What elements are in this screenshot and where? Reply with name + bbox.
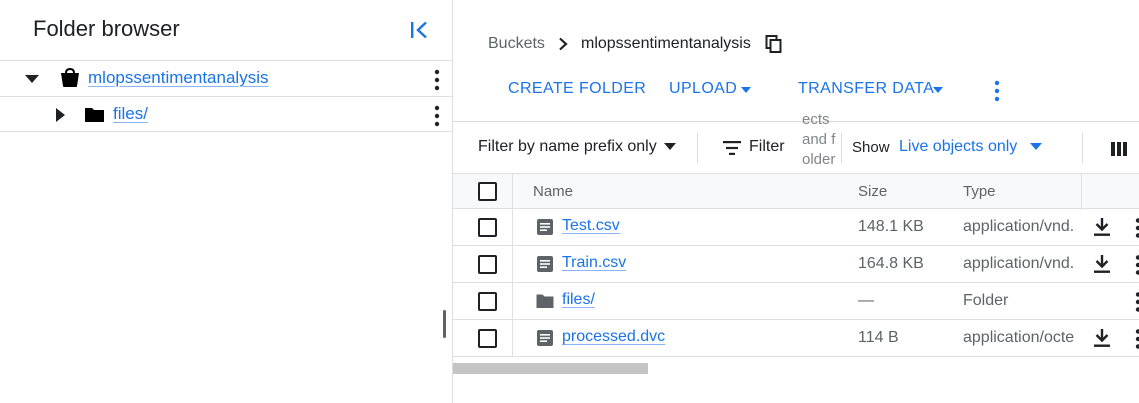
create-folder-button[interactable]: CREATE FOLDER xyxy=(508,80,646,98)
copy-icon[interactable] xyxy=(765,35,783,53)
document-icon xyxy=(536,218,554,236)
transfer-data-button[interactable]: TRANSFER DATA xyxy=(798,80,934,98)
download-icon[interactable] xyxy=(1093,217,1111,237)
object-type: Folder xyxy=(963,292,1009,309)
row-checkbox[interactable] xyxy=(478,218,497,237)
show-label: Show xyxy=(852,139,890,156)
download-icon[interactable] xyxy=(1093,254,1111,274)
divider xyxy=(697,133,698,163)
divider xyxy=(1081,174,1082,210)
folder-icon xyxy=(536,292,554,310)
action-toolbar: CREATE FOLDER UPLOAD TRANSFER DATA xyxy=(453,70,1139,110)
chevron-right-icon xyxy=(556,37,570,51)
view-columns-icon[interactable] xyxy=(1111,141,1127,157)
table-row[interactable]: Test.csv 148.1 KB application/vnd. xyxy=(453,209,1139,246)
column-header-type[interactable]: Type xyxy=(963,183,996,200)
table-row[interactable]: processed.dvc 114 B application/octe xyxy=(453,320,1139,357)
download-icon[interactable] xyxy=(1093,328,1111,348)
object-type: application/octe xyxy=(963,329,1075,346)
caret-right-icon[interactable] xyxy=(53,107,69,123)
folder-icon xyxy=(84,104,106,126)
more-vert-icon[interactable] xyxy=(1134,291,1139,313)
breadcrumb-current-bucket: mlopssentimentanalysis xyxy=(581,35,751,52)
column-header-name[interactable]: Name xyxy=(533,183,573,200)
object-size: 148.1 KB xyxy=(858,218,924,235)
more-vert-icon[interactable] xyxy=(1134,217,1139,239)
caret-down-icon[interactable] xyxy=(933,87,943,93)
tree-item-label[interactable]: mlopssentimentanalysis xyxy=(88,68,268,88)
tree-item-files-folder[interactable]: files/ xyxy=(0,96,452,132)
bucket-icon xyxy=(59,67,81,89)
tree-item-label[interactable]: files/ xyxy=(113,104,148,124)
object-type: application/vnd. xyxy=(963,218,1075,235)
object-size: 114 B xyxy=(858,329,899,346)
live-objects-dropdown[interactable]: Live objects only xyxy=(899,138,1017,156)
table-row[interactable]: Train.csv 164.8 KB application/vnd. xyxy=(453,246,1139,283)
panel-resize-handle[interactable] xyxy=(443,310,446,338)
filter-bar: Filter by name prefix only Filter ects a… xyxy=(453,111,1139,188)
folder-browser-panel: Folder browser mlopssentimentanalysis fi… xyxy=(0,0,453,403)
object-type: application/vnd. xyxy=(963,255,1075,272)
row-checkbox[interactable] xyxy=(478,255,497,274)
more-vert-icon[interactable] xyxy=(993,79,1001,103)
divider xyxy=(1082,133,1083,163)
more-vert-icon[interactable] xyxy=(433,68,441,92)
upload-button[interactable]: UPLOAD xyxy=(669,80,737,98)
table-row[interactable]: files/ — Folder xyxy=(453,283,1139,320)
divider xyxy=(841,133,842,163)
row-checkbox[interactable] xyxy=(478,292,497,311)
object-name-link[interactable]: processed.dvc xyxy=(562,328,665,346)
table-header-row: Name Size Type xyxy=(453,173,1139,210)
select-all-checkbox[interactable] xyxy=(478,182,497,201)
document-icon xyxy=(536,329,554,347)
collapse-panel-button[interactable] xyxy=(406,17,432,43)
object-name-link[interactable]: files/ xyxy=(562,291,595,309)
filter-button[interactable]: Filter xyxy=(749,138,785,156)
object-size: 164.8 KB xyxy=(858,255,924,272)
object-size: — xyxy=(858,292,874,309)
tree-item-bucket[interactable]: mlopssentimentanalysis xyxy=(0,60,452,96)
document-icon xyxy=(536,255,554,273)
caret-down-icon[interactable] xyxy=(664,143,676,150)
folder-browser-title: Folder browser xyxy=(33,16,180,41)
collapse-left-icon xyxy=(411,21,427,39)
breadcrumb-buckets-link[interactable]: Buckets xyxy=(488,35,545,53)
caret-down-icon[interactable] xyxy=(24,71,40,87)
caret-down-icon[interactable] xyxy=(741,87,751,93)
caret-down-icon[interactable] xyxy=(1030,143,1042,150)
bucket-details-panel: Buckets mlopssentimentanalysis CREATE FO… xyxy=(453,0,1139,403)
object-name-link[interactable]: Train.csv xyxy=(562,254,626,272)
more-vert-icon[interactable] xyxy=(1134,254,1139,276)
horizontal-scrollbar[interactable] xyxy=(453,363,648,374)
row-checkbox[interactable] xyxy=(478,329,497,348)
more-vert-icon[interactable] xyxy=(1134,328,1139,350)
column-header-size[interactable]: Size xyxy=(858,183,887,200)
more-vert-icon[interactable] xyxy=(433,104,441,128)
object-name-link[interactable]: Test.csv xyxy=(562,217,620,235)
filter-prefix-dropdown[interactable]: Filter by name prefix only xyxy=(478,138,657,156)
filter-list-icon[interactable] xyxy=(723,141,741,155)
